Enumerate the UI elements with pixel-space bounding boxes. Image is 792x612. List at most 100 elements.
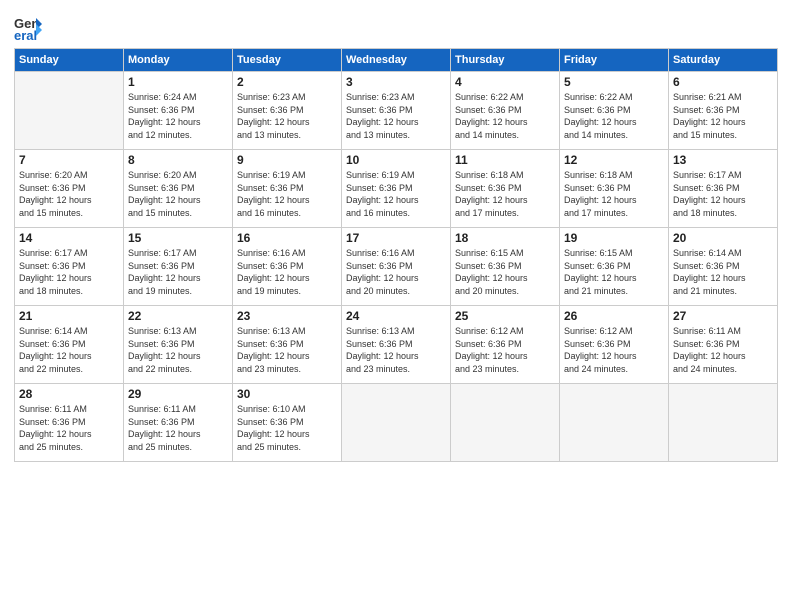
day-number: 21	[19, 309, 119, 323]
calendar-day-cell	[342, 384, 451, 462]
calendar-day-cell: 24 Sunrise: 6:13 AMSunset: 6:36 PMDayligh…	[342, 306, 451, 384]
day-number: 8	[128, 153, 228, 167]
calendar-day-cell: 2 Sunrise: 6:23 AMSunset: 6:36 PMDaylight…	[233, 72, 342, 150]
day-info: Sunrise: 6:22 AMSunset: 6:36 PMDaylight:…	[455, 91, 555, 141]
day-number: 30	[237, 387, 337, 401]
calendar-day-cell: 4 Sunrise: 6:22 AMSunset: 6:36 PMDaylight…	[451, 72, 560, 150]
calendar-header-tuesday: Tuesday	[233, 49, 342, 72]
calendar-day-cell: 21 Sunrise: 6:14 AMSunset: 6:36 PMDayligh…	[15, 306, 124, 384]
calendar-day-cell	[451, 384, 560, 462]
day-number: 4	[455, 75, 555, 89]
calendar-day-cell: 29Sunrise: 6:11 AMSunset: 6:36 PMDayligh…	[124, 384, 233, 462]
day-info: Sunrise: 6:11 AMSunset: 6:36 PMDaylight:…	[673, 325, 773, 375]
day-number: 7	[19, 153, 119, 167]
day-info: Sunrise: 6:13 AMSunset: 6:36 PMDaylight:…	[237, 325, 337, 375]
day-info: Sunrise: 6:17 AMSunset: 6:36 PMDaylight:…	[19, 247, 119, 297]
calendar-header-wednesday: Wednesday	[342, 49, 451, 72]
calendar-header-monday: Monday	[124, 49, 233, 72]
calendar-day-cell: 5Sunrise: 6:22 AMSunset: 6:36 PMDaylight…	[560, 72, 669, 150]
calendar-day-cell: 23 Sunrise: 6:13 AMSunset: 6:36 PMDayligh…	[233, 306, 342, 384]
header: Gen eral	[14, 10, 778, 42]
day-info: Sunrise: 6:11 AMSunset: 6:36 PMDaylight:…	[19, 403, 119, 453]
logo-icon: Gen eral	[14, 14, 42, 42]
calendar-day-cell: 28 Sunrise: 6:11 AMSunset: 6:36 PMDayligh…	[15, 384, 124, 462]
day-number: 6	[673, 75, 773, 89]
calendar-day-cell: 16Sunrise: 6:16 AMSunset: 6:36 PMDayligh…	[233, 228, 342, 306]
day-number: 19	[564, 231, 664, 245]
day-number: 28	[19, 387, 119, 401]
calendar-day-cell: 14 Sunrise: 6:17 AMSunset: 6:36 PMDayligh…	[15, 228, 124, 306]
calendar-header-row: SundayMondayTuesdayWednesdayThursdayFrid…	[15, 49, 778, 72]
day-number: 2	[237, 75, 337, 89]
calendar-week-row: 1 Sunrise: 6:24 AMSunset: 6:36 PMDaylight…	[15, 72, 778, 150]
day-number: 23	[237, 309, 337, 323]
day-info: Sunrise: 6:20 AMSunset: 6:36 PMDaylight:…	[19, 169, 119, 219]
day-info: Sunrise: 6:19 AMSunset: 6:36 PMDaylight:…	[237, 169, 337, 219]
day-info: Sunrise: 6:13 AMSunset: 6:36 PMDaylight:…	[128, 325, 228, 375]
calendar-day-cell: 10 Sunrise: 6:19 AMSunset: 6:36 PMDayligh…	[342, 150, 451, 228]
calendar-day-cell: 19 Sunrise: 6:15 AMSunset: 6:36 PMDayligh…	[560, 228, 669, 306]
day-number: 9	[237, 153, 337, 167]
calendar-day-cell: 26Sunrise: 6:12 AMSunset: 6:36 PMDayligh…	[560, 306, 669, 384]
day-number: 22	[128, 309, 228, 323]
calendar-header-sunday: Sunday	[15, 49, 124, 72]
day-number: 18	[455, 231, 555, 245]
calendar-day-cell: 17Sunrise: 6:16 AMSunset: 6:36 PMDayligh…	[342, 228, 451, 306]
day-info: Sunrise: 6:12 AMSunset: 6:36 PMDaylight:…	[455, 325, 555, 375]
day-info: Sunrise: 6:24 AMSunset: 6:36 PMDaylight:…	[128, 91, 228, 141]
calendar-day-cell: 9 Sunrise: 6:19 AMSunset: 6:36 PMDaylight…	[233, 150, 342, 228]
calendar-day-cell: 27 Sunrise: 6:11 AMSunset: 6:36 PMDayligh…	[669, 306, 778, 384]
day-number: 13	[673, 153, 773, 167]
calendar-day-cell	[669, 384, 778, 462]
calendar-day-cell: 12Sunrise: 6:18 AMSunset: 6:36 PMDayligh…	[560, 150, 669, 228]
day-info: Sunrise: 6:23 AMSunset: 6:36 PMDaylight:…	[237, 91, 337, 141]
day-number: 26	[564, 309, 664, 323]
page: Gen eral SundayMondayTuesdayWednesdayThu…	[0, 0, 792, 612]
day-number: 15	[128, 231, 228, 245]
calendar-week-row: 14 Sunrise: 6:17 AMSunset: 6:36 PMDayligh…	[15, 228, 778, 306]
day-info: Sunrise: 6:17 AMSunset: 6:36 PMDaylight:…	[128, 247, 228, 297]
calendar-day-cell: 3 Sunrise: 6:23 AMSunset: 6:36 PMDaylight…	[342, 72, 451, 150]
calendar-day-cell: 13 Sunrise: 6:17 AMSunset: 6:36 PMDayligh…	[669, 150, 778, 228]
day-info: Sunrise: 6:16 AMSunset: 6:36 PMDaylight:…	[346, 247, 446, 297]
day-info: Sunrise: 6:23 AMSunset: 6:36 PMDaylight:…	[346, 91, 446, 141]
calendar-header-thursday: Thursday	[451, 49, 560, 72]
day-number: 3	[346, 75, 446, 89]
calendar-table: SundayMondayTuesdayWednesdayThursdayFrid…	[14, 48, 778, 462]
logo: Gen eral	[14, 14, 46, 42]
day-number: 27	[673, 309, 773, 323]
calendar-day-cell: 20 Sunrise: 6:14 AMSunset: 6:36 PMDayligh…	[669, 228, 778, 306]
day-info: Sunrise: 6:14 AMSunset: 6:36 PMDaylight:…	[673, 247, 773, 297]
calendar-day-cell: 8Sunrise: 6:20 AMSunset: 6:36 PMDaylight…	[124, 150, 233, 228]
calendar-day-cell: 15 Sunrise: 6:17 AMSunset: 6:36 PMDayligh…	[124, 228, 233, 306]
calendar-header-friday: Friday	[560, 49, 669, 72]
day-info: Sunrise: 6:11 AMSunset: 6:36 PMDaylight:…	[128, 403, 228, 453]
calendar-day-cell: 7 Sunrise: 6:20 AMSunset: 6:36 PMDaylight…	[15, 150, 124, 228]
day-number: 14	[19, 231, 119, 245]
day-info: Sunrise: 6:15 AMSunset: 6:36 PMDaylight:…	[455, 247, 555, 297]
day-info: Sunrise: 6:19 AMSunset: 6:36 PMDaylight:…	[346, 169, 446, 219]
calendar-day-cell: 11 Sunrise: 6:18 AMSunset: 6:36 PMDayligh…	[451, 150, 560, 228]
calendar-day-cell: 1 Sunrise: 6:24 AMSunset: 6:36 PMDaylight…	[124, 72, 233, 150]
day-number: 25	[455, 309, 555, 323]
day-number: 24	[346, 309, 446, 323]
day-info: Sunrise: 6:21 AMSunset: 6:36 PMDaylight:…	[673, 91, 773, 141]
day-info: Sunrise: 6:13 AMSunset: 6:36 PMDaylight:…	[346, 325, 446, 375]
day-number: 16	[237, 231, 337, 245]
day-number: 20	[673, 231, 773, 245]
day-info: Sunrise: 6:17 AMSunset: 6:36 PMDaylight:…	[673, 169, 773, 219]
day-info: Sunrise: 6:14 AMSunset: 6:36 PMDaylight:…	[19, 325, 119, 375]
day-info: Sunrise: 6:18 AMSunset: 6:36 PMDaylight:…	[564, 169, 664, 219]
calendar-header-saturday: Saturday	[669, 49, 778, 72]
day-info: Sunrise: 6:18 AMSunset: 6:36 PMDaylight:…	[455, 169, 555, 219]
day-number: 11	[455, 153, 555, 167]
day-info: Sunrise: 6:15 AMSunset: 6:36 PMDaylight:…	[564, 247, 664, 297]
day-number: 10	[346, 153, 446, 167]
calendar-day-cell: 6 Sunrise: 6:21 AMSunset: 6:36 PMDaylight…	[669, 72, 778, 150]
calendar-day-cell: 18 Sunrise: 6:15 AMSunset: 6:36 PMDayligh…	[451, 228, 560, 306]
calendar-week-row: 7 Sunrise: 6:20 AMSunset: 6:36 PMDaylight…	[15, 150, 778, 228]
calendar-week-row: 28 Sunrise: 6:11 AMSunset: 6:36 PMDayligh…	[15, 384, 778, 462]
day-number: 5	[564, 75, 664, 89]
day-number: 1	[128, 75, 228, 89]
day-info: Sunrise: 6:10 AMSunset: 6:36 PMDaylight:…	[237, 403, 337, 453]
